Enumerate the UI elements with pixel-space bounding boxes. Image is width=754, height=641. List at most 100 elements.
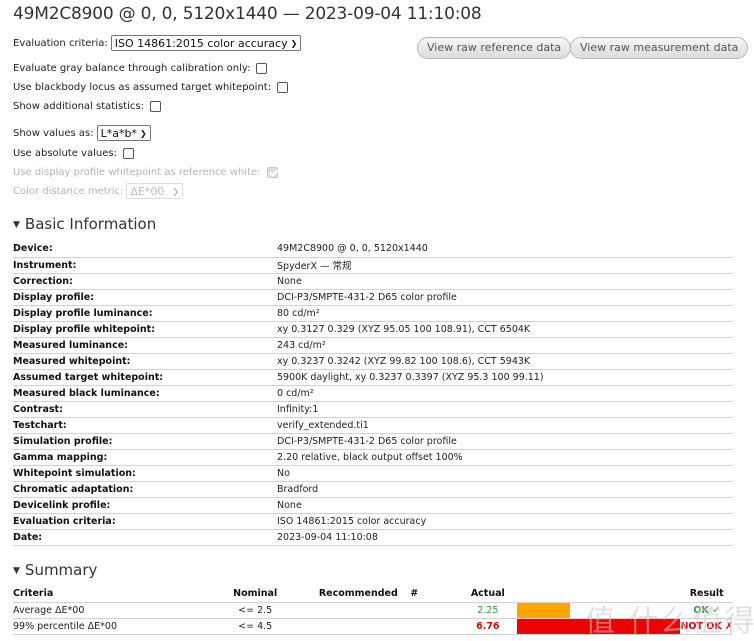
info-value: No (277, 465, 733, 482)
col-recommended: Recommended (306, 586, 411, 603)
info-value: xy 0.3237 0.3242 (XYZ 99.82 100 108.6), … (277, 353, 733, 370)
col-criteria: Criteria (13, 586, 205, 603)
col-hash: # (410, 586, 459, 603)
info-key: Contrast: (13, 401, 277, 418)
col-bar (517, 586, 681, 603)
evaluation-criteria-value: ISO 14861:2015 color accuracy (114, 36, 288, 50)
recommended-cell (306, 602, 411, 619)
additional-stats-label: Show additional statistics: (13, 101, 144, 112)
view-raw-reference-button[interactable]: View raw reference data (417, 37, 572, 59)
actual-cell: 2.25 (458, 602, 518, 619)
info-value: 243 cd/m² (277, 337, 733, 354)
evaluation-criteria-select[interactable]: ISO 14861:2015 color accuracy ❯ (110, 35, 302, 51)
absolute-values-label: Use absolute values: (13, 148, 117, 159)
hash-cell (410, 618, 459, 635)
blackbody-checkbox[interactable] (277, 82, 289, 93)
summary-header-row: Criteria Nominal Recommended # Actual Re… (13, 586, 733, 603)
col-nominal: Nominal (204, 586, 307, 603)
chevron-down-icon: ❯ (139, 128, 147, 138)
info-value: None (277, 273, 733, 290)
info-row: Date: 2023-09-04 11:10:08 (13, 529, 733, 546)
info-row: Correction: None (13, 273, 733, 290)
info-value: ISO 14861:2015 color accuracy (277, 513, 733, 530)
info-key: Measured black luminance: (13, 385, 277, 402)
info-key: Instrument: (13, 257, 277, 274)
info-key: Correction: (13, 273, 277, 290)
info-key: Display profile: (13, 289, 277, 306)
delta-e-bar (517, 602, 571, 618)
show-values-select[interactable]: L*a*b* ❯ (96, 125, 151, 141)
collapse-triangle-icon: ▼ (13, 220, 20, 230)
info-row: Instrument: SpyderX — 常规 (13, 257, 733, 274)
additional-stats-row: Show additional statistics: (13, 101, 161, 112)
view-raw-measurement-button[interactable]: View raw measurement data (570, 37, 749, 59)
actual-cell: 6.76 (458, 618, 518, 635)
info-row: Measured black luminance: 0 cd/m² (13, 385, 733, 402)
chevron-down-icon: ❯ (172, 186, 180, 196)
info-key: Measured luminance: (13, 337, 277, 354)
info-value: Infinity:1 (277, 401, 733, 418)
summary-row: 99% percentile ΔE*00 <= 4.5 6.76 NOT OK ✗ (13, 618, 733, 635)
color-distance-select: ΔE*00 ❯ (126, 183, 184, 199)
info-value: DCI-P3/SMPTE-431-2 D65 color profile (277, 433, 733, 450)
basic-info-heading-text: Basic Information (24, 215, 157, 233)
recommended-cell (306, 618, 411, 635)
info-row: Contrast: Infinity:1 (13, 401, 733, 418)
color-distance-label: Color distance metric: (13, 185, 124, 197)
info-row: Chromatic adaptation: Bradford (13, 481, 733, 498)
display-whitepoint-label: Use display profile whitepoint as refere… (13, 167, 261, 178)
info-value: 2.20 relative, black output offset 100% (277, 449, 733, 466)
info-row: Devicelink profile: None (13, 497, 733, 514)
basic-info-table: Device: 49M2C8900 @ 0, 0, 5120x1440 Instru… (13, 241, 733, 546)
result-cell: OK ✓ (680, 602, 733, 619)
gray-balance-row: Evaluate gray balance through calibratio… (13, 63, 268, 74)
info-row: Display profile: DCI-P3/SMPTE-431-2 D65 c… (13, 289, 733, 306)
info-value: Bradford (277, 481, 733, 498)
info-value: None (277, 497, 733, 514)
info-value: 0 cd/m² (277, 385, 733, 402)
nominal-cell: <= 4.5 (204, 618, 307, 635)
info-key: Evaluation criteria: (13, 513, 277, 530)
info-row: Testchart: verify_extended.ti1 (13, 417, 733, 434)
gray-balance-label: Evaluate gray balance through calibratio… (13, 63, 251, 74)
info-value: 80 cd/m² (277, 305, 733, 322)
info-key: Device: (13, 241, 277, 258)
info-key: Display profile luminance: (13, 305, 277, 322)
info-row: Simulation profile: DCI-P3/SMPTE-431-2 D6… (13, 433, 733, 450)
delta-e-bar (517, 618, 681, 634)
info-key: Simulation profile: (13, 433, 277, 450)
info-row: Measured luminance: 243 cd/m² (13, 337, 733, 354)
basic-info-heading[interactable]: ▼ Basic Information (13, 215, 156, 233)
show-values-row: Show values as: L*a*b* ❯ (13, 125, 151, 141)
info-value: 49M2C8900 @ 0, 0, 5120x1440 (277, 241, 733, 258)
info-value: SpyderX — 常规 (277, 257, 733, 274)
info-value: verify_extended.ti1 (277, 417, 733, 434)
info-value: DCI-P3/SMPTE-431-2 D65 color profile (277, 289, 733, 306)
info-key: Assumed target whitepoint: (13, 369, 277, 386)
additional-stats-checkbox[interactable] (149, 101, 161, 112)
nominal-cell: <= 2.5 (204, 602, 307, 619)
hash-cell (410, 602, 459, 619)
color-distance-value: ΔE*00 (130, 184, 165, 198)
blackbody-row: Use blackbody locus as assumed target wh… (13, 82, 289, 93)
criteria-cell: 99% percentile ΔE*00 (13, 618, 205, 635)
info-row: Whitepoint simulation: No (13, 465, 733, 482)
bar-cell (517, 602, 681, 619)
bar-cell (517, 618, 681, 635)
info-row: Display profile whitepoint: xy 0.3127 0.3… (13, 321, 733, 338)
display-whitepoint-checkbox (266, 167, 278, 178)
info-key: Devicelink profile: (13, 497, 277, 514)
result-cell: NOT OK ✗ (680, 618, 733, 635)
info-key: Display profile whitepoint: (13, 321, 277, 338)
blackbody-label: Use blackbody locus as assumed target wh… (13, 82, 272, 93)
gray-balance-checkbox[interactable] (256, 63, 268, 74)
summary-heading-text: Summary (24, 561, 98, 579)
info-row: Device: 49M2C8900 @ 0, 0, 5120x1440 (13, 241, 733, 258)
absolute-values-checkbox[interactable] (122, 148, 134, 159)
summary-row: Average ΔE*00 <= 2.5 2.25 OK ✓ (13, 602, 733, 619)
info-key: Whitepoint simulation: (13, 465, 277, 482)
evaluation-criteria-row: Evaluation criteria: ISO 14861:2015 colo… (13, 35, 302, 51)
summary-heading[interactable]: ▼ Summary (13, 561, 97, 579)
info-key: Date: (13, 529, 277, 546)
info-value: 5900K daylight, xy 0.3237 0.3397 (XYZ 95… (277, 369, 733, 386)
